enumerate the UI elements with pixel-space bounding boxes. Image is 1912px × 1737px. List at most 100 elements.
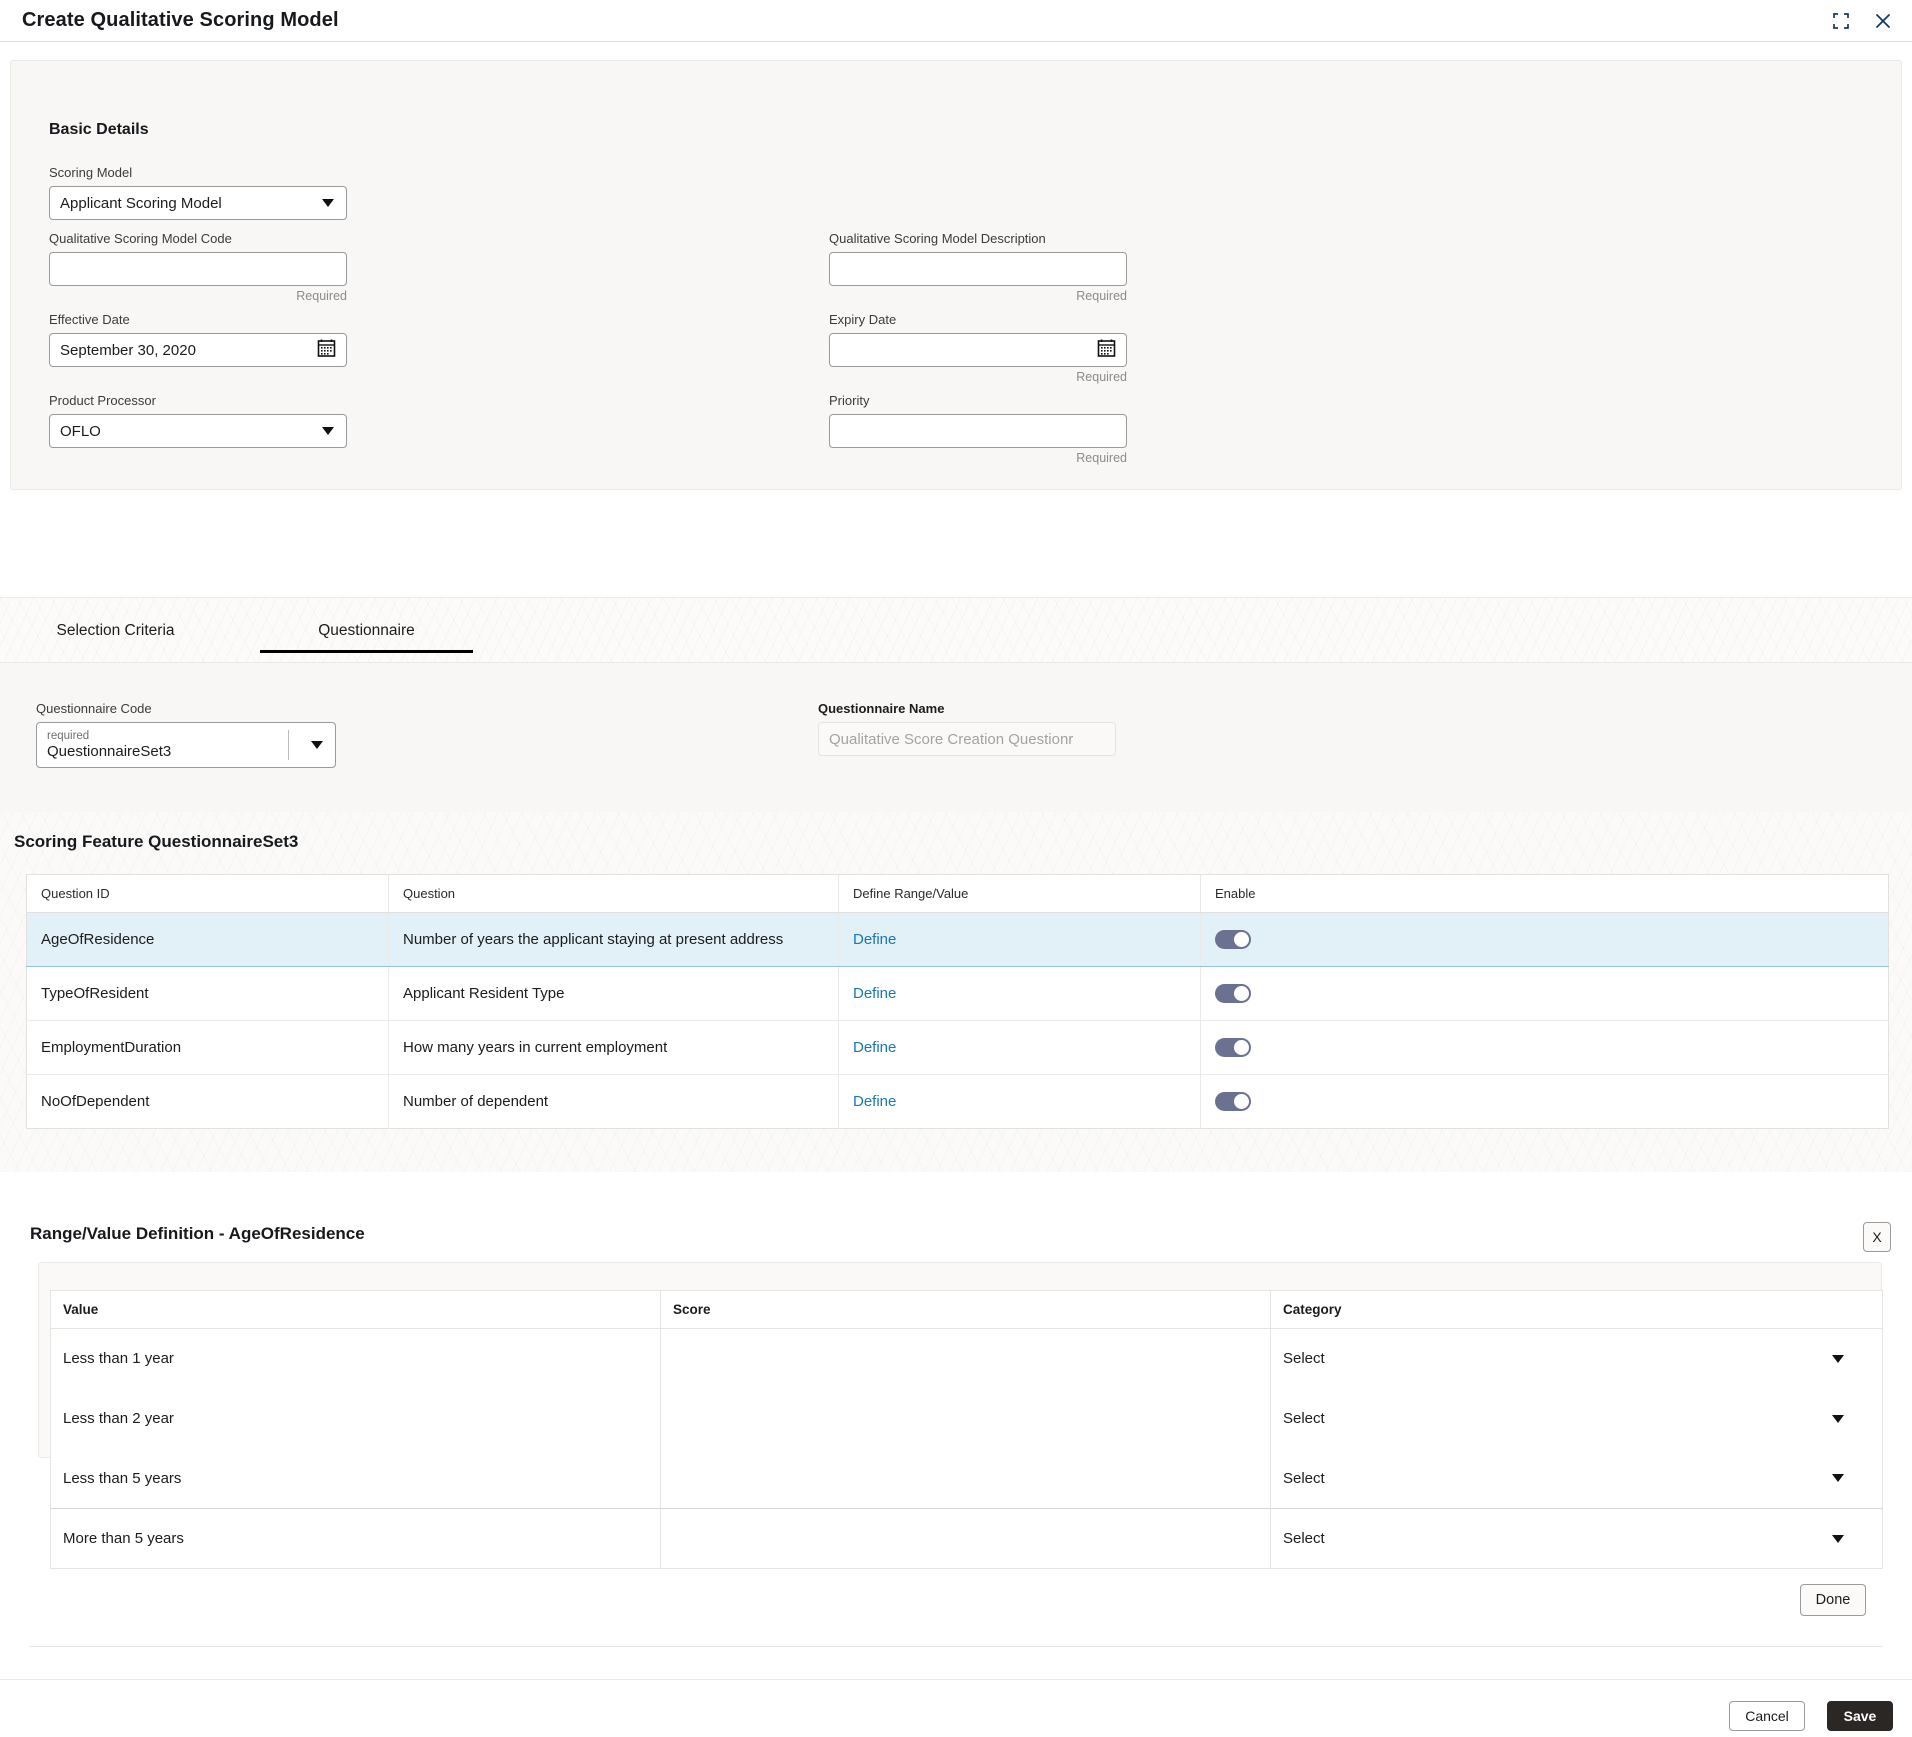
enable-toggle[interactable]	[1215, 930, 1251, 949]
column-header-define-range: Define Range/Value	[838, 874, 1201, 913]
combo-divider	[288, 730, 289, 760]
model-description-required-note: Required	[1076, 289, 1127, 303]
cell-score[interactable]	[660, 1328, 1271, 1389]
table-row[interactable]: EmploymentDuration How many years in cur…	[26, 1020, 1889, 1075]
model-description-input[interactable]	[829, 252, 1127, 286]
range-table-header-row: Value Score Category	[50, 1290, 1883, 1329]
window-title-bar: Create Qualitative Scoring Model	[0, 0, 1912, 42]
expiry-date-input[interactable]	[829, 333, 1127, 367]
tab-selection-criteria-label: Selection Criteria	[56, 621, 175, 639]
tab-questionnaire-label: Questionnaire	[318, 621, 415, 639]
cell-score[interactable]	[660, 1448, 1271, 1509]
product-processor-label: Product Processor	[49, 393, 156, 408]
questionnaire-code-combobox[interactable]: required QuestionnaireSet3	[36, 722, 336, 768]
cell-question-id: EmploymentDuration	[26, 1020, 389, 1075]
field-model-description: Qualitative Scoring Model Description Re…	[829, 231, 1127, 303]
define-link[interactable]: Define	[853, 985, 896, 1002]
calendar-icon[interactable]	[317, 338, 336, 362]
range-definition-close-button[interactable]: X	[1863, 1222, 1891, 1252]
table-row[interactable]: AgeOfResidence Number of years the appli…	[26, 912, 1889, 967]
tab-selection-criteria[interactable]: Selection Criteria	[38, 598, 193, 663]
scoring-model-label: Scoring Model	[49, 165, 133, 180]
chevron-down-icon	[311, 741, 323, 749]
basic-details-heading: Basic Details	[49, 121, 149, 138]
field-scoring-model: Scoring Model Applicant Scoring Model	[49, 165, 347, 220]
questionnaire-name-label: Questionnaire Name	[818, 701, 945, 716]
category-select[interactable]: Select	[1271, 1329, 1883, 1389]
range-row: More than 5 years Select	[50, 1508, 1883, 1569]
cell-question: Applicant Resident Type	[388, 966, 839, 1021]
field-priority: Priority Required	[829, 393, 1127, 465]
cell-value: Less than 2 year	[50, 1388, 661, 1449]
enable-toggle[interactable]	[1215, 984, 1251, 1003]
scoring-feature-table: Question ID Question Define Range/Value …	[26, 874, 1889, 1129]
questionnaire-code-hint: required	[47, 729, 90, 742]
priority-label: Priority	[829, 393, 870, 408]
close-icon[interactable]	[1870, 8, 1896, 34]
tab-questionnaire[interactable]: Questionnaire	[260, 598, 473, 663]
field-expiry-date: Expiry Date Required	[829, 312, 1127, 384]
questionnaire-code-value: QuestionnaireSet3	[47, 742, 172, 760]
range-definition-table: Value Score Category Less than 1 year Se…	[50, 1290, 1883, 1569]
product-processor-select[interactable]: OFLO	[49, 414, 347, 448]
range-row: Less than 5 years Select	[50, 1448, 1883, 1509]
expiry-date-label: Expiry Date	[829, 312, 897, 327]
scoring-model-select[interactable]: Applicant Scoring Model	[49, 186, 347, 220]
cancel-button[interactable]: Cancel	[1729, 1701, 1805, 1731]
save-button[interactable]: Save	[1827, 1701, 1893, 1731]
effective-date-input[interactable]: September 30, 2020	[49, 333, 347, 367]
range-row: Less than 2 year Select	[50, 1388, 1883, 1449]
column-header-score: Score	[660, 1290, 1271, 1329]
chevron-down-icon	[1832, 1474, 1844, 1483]
enable-toggle[interactable]	[1215, 1038, 1251, 1057]
window-actions	[1828, 0, 1896, 42]
cell-score[interactable]	[660, 1508, 1271, 1569]
scoring-feature-section: Scoring Feature QuestionnaireSet3 Questi…	[0, 812, 1912, 1172]
table-row[interactable]: NoOfDependent Number of dependent Define	[26, 1074, 1889, 1129]
define-link[interactable]: Define	[853, 1039, 896, 1056]
collapse-icon[interactable]	[1828, 8, 1854, 34]
dialog-footer	[0, 1679, 1912, 1737]
model-code-input[interactable]	[49, 252, 347, 286]
cell-question-id: AgeOfResidence	[26, 912, 389, 967]
column-header-enable: Enable	[1200, 874, 1889, 913]
chevron-down-icon	[322, 427, 334, 435]
cell-value: Less than 1 year	[50, 1328, 661, 1389]
basic-details-card: Basic Details Scoring Model Applicant Sc…	[10, 60, 1902, 490]
category-select-value: Select	[1283, 1530, 1325, 1547]
field-model-code: Qualitative Scoring Model Code Required	[49, 231, 347, 303]
category-select-value: Select	[1283, 1469, 1325, 1487]
cell-score[interactable]	[660, 1388, 1271, 1449]
define-link[interactable]: Define	[853, 931, 896, 948]
category-select-value: Select	[1283, 1350, 1325, 1368]
column-header-question-id: Question ID	[26, 874, 389, 913]
define-link[interactable]: Define	[853, 1093, 896, 1110]
priority-required-note: Required	[1076, 451, 1127, 465]
effective-date-value: September 30, 2020	[60, 341, 196, 359]
category-select[interactable]: Select	[1271, 1389, 1883, 1449]
dialog-body: Basic Details Scoring Model Applicant Sc…	[0, 42, 1912, 1737]
questionnaire-selector-card: Questionnaire Code required Questionnair…	[0, 662, 1912, 812]
table-header-row: Question ID Question Define Range/Value …	[26, 874, 1889, 913]
field-questionnaire-name: Questionnaire Name Qualitative Score Cre…	[818, 701, 1116, 756]
scoring-feature-title: Scoring Feature QuestionnaireSet3	[14, 832, 299, 851]
field-product-processor: Product Processor OFLO	[49, 393, 347, 448]
calendar-icon[interactable]	[1097, 338, 1116, 362]
cell-value: Less than 5 years	[50, 1448, 661, 1509]
category-select[interactable]: Select	[1271, 1449, 1883, 1509]
cell-question: Number of years the applicant staying at…	[388, 912, 839, 967]
tab-strip: Selection Criteria Questionnaire	[0, 597, 1912, 662]
priority-input[interactable]	[829, 414, 1127, 448]
section-divider	[30, 1646, 1882, 1647]
column-header-value: Value	[50, 1290, 661, 1329]
column-header-category: Category	[1270, 1290, 1883, 1329]
column-header-question: Question	[388, 874, 839, 913]
table-row[interactable]: TypeOfResident Applicant Resident Type D…	[26, 966, 1889, 1021]
chevron-down-icon	[1832, 1414, 1844, 1423]
done-button[interactable]: Done	[1800, 1584, 1866, 1616]
chevron-down-icon	[322, 199, 334, 207]
model-code-required-note: Required	[296, 289, 347, 303]
enable-toggle[interactable]	[1215, 1092, 1251, 1111]
category-select[interactable]: Select	[1270, 1508, 1883, 1569]
expiry-date-required-note: Required	[1076, 370, 1127, 384]
